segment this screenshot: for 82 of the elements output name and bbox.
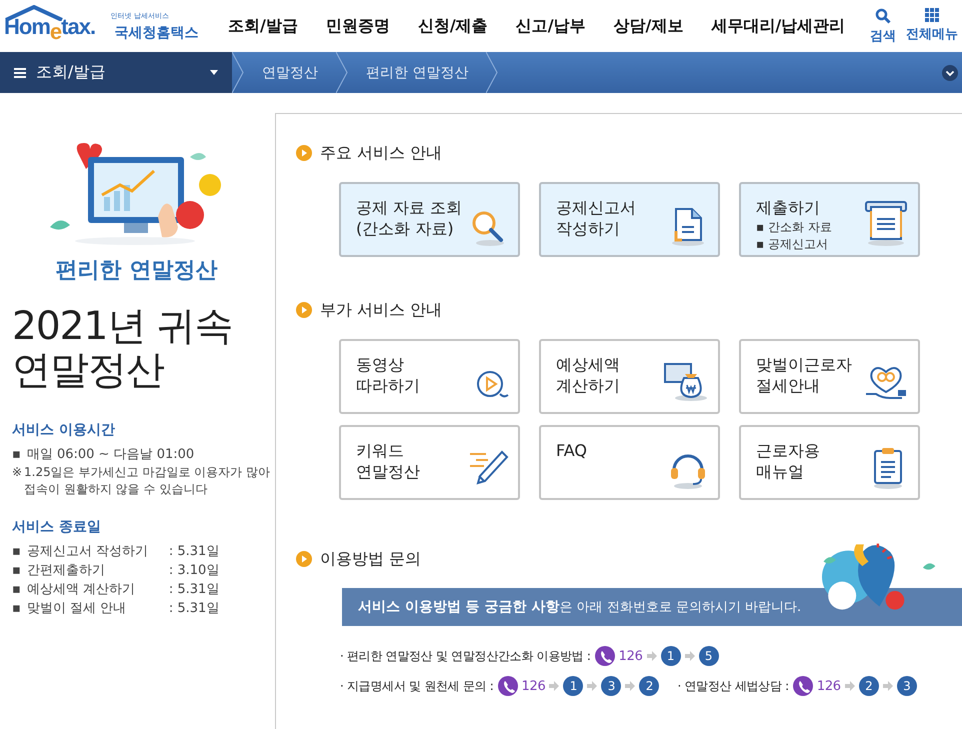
- menu-item[interactable]: 세무대리/납세관리: [697, 16, 860, 36]
- service-name: 맞벌이 절세 안내: [26, 600, 128, 618]
- service-card[interactable]: 예상세액 계산하기: [539, 339, 720, 414]
- phone-icon: [498, 676, 518, 696]
- search-icon[interactable]: [875, 8, 891, 24]
- service-card[interactable]: 키워드 연말정산: [339, 425, 520, 500]
- menu-item[interactable]: 신청/제출: [404, 16, 502, 36]
- service-card[interactable]: 공제신고서 작성하기: [539, 182, 720, 257]
- step-number: 1: [660, 646, 681, 666]
- dropdown-caret-icon: [210, 70, 218, 75]
- menu-item[interactable]: 상담/제보: [600, 16, 698, 36]
- section-title: 주요 서비스 안내: [320, 144, 442, 162]
- end-date: : 3.10일: [168, 562, 220, 580]
- arrow-icon: [549, 681, 560, 691]
- step-number: 3: [896, 676, 917, 696]
- arrow-icon: [882, 681, 893, 691]
- service-hours: 매일 06:00 ~ 다음날 01:00: [26, 446, 194, 464]
- arrow-icon: [844, 681, 855, 691]
- service-card[interactable]: 맞벌이근로자 절세안내: [739, 339, 920, 414]
- house-roof-icon: [4, 4, 64, 20]
- bullet: ▪: [12, 446, 21, 464]
- end-date: : 5.31일: [168, 581, 220, 599]
- logo-name[interactable]: 국세청홈택스: [114, 24, 214, 42]
- service-card[interactable]: 근로자용 매뉴얼: [739, 425, 920, 500]
- service-name: 공제신고서 작성하기: [26, 543, 149, 561]
- end-date: : 5.31일: [168, 543, 220, 561]
- note-mark: ※: [12, 464, 24, 481]
- phone-icon: [594, 646, 615, 666]
- breadcrumb-separator-icon: [336, 52, 348, 93]
- section-bullet-icon: [296, 302, 312, 318]
- menu-item[interactable]: 조회/발급: [214, 16, 312, 36]
- arrow-icon: [646, 651, 657, 661]
- bullet: ▪: [12, 562, 21, 580]
- all-menu-button[interactable]: 전체메뉴: [906, 8, 958, 44]
- service-name: 간편제출하기: [26, 562, 106, 580]
- step-number: 5: [698, 646, 719, 666]
- service-card[interactable]: FAQ: [539, 425, 720, 500]
- notice-text: 서비스 이용방법 등 궁금한 사항은 아래 전화번호로 문의하시기 바랍니다.: [358, 598, 802, 616]
- phone-icon: [792, 676, 813, 696]
- contact-label: · 연말정산 세법상담 :: [677, 678, 789, 694]
- breadcrumb-link[interactable]: 연말정산: [244, 52, 336, 93]
- money-bag-icon: [662, 360, 710, 404]
- menu-grid-icon[interactable]: [925, 8, 939, 22]
- step-number: 2: [639, 676, 660, 696]
- service-card[interactable]: 공제 자료 조회 (간소화 자료): [339, 182, 520, 257]
- step-number: 3: [601, 676, 622, 696]
- section-heading: 서비스 이용시간: [12, 421, 116, 439]
- menu-item[interactable]: 신고/납부: [502, 16, 600, 36]
- note-text: 1.25일은 부가세신고 마감일로 이용자가 많아 접속이 원활하지 않을 수 있습니다: [24, 464, 271, 498]
- phone-number: 126: [816, 678, 841, 694]
- page-title: 연말정산: [12, 349, 165, 393]
- service-card[interactable]: 제출하기 ▪ 간소화 자료 ▪ 공제신고서: [739, 182, 920, 257]
- bullet: ▪: [12, 581, 21, 599]
- arrow-icon: [684, 651, 695, 661]
- phone-number: 126: [618, 648, 643, 664]
- service-name: 예상세액 계산하기: [26, 581, 136, 599]
- breadcrumb-separator-icon: [486, 52, 498, 93]
- arrow-icon: [587, 681, 598, 691]
- phone-number: 126: [522, 678, 546, 694]
- menu-icon: [14, 68, 26, 78]
- section-bullet-icon: [296, 145, 312, 161]
- menu-item[interactable]: 민원증명: [312, 16, 404, 36]
- contact-label: · 지급명세서 및 원천세 문의 :: [340, 678, 494, 694]
- bullet: ▪: [12, 543, 21, 561]
- search-button[interactable]: 검색: [870, 8, 896, 44]
- arrow-icon: [625, 681, 636, 691]
- subtitle: 편리한 연말정산: [54, 257, 218, 285]
- expand-toggle-icon[interactable]: [942, 64, 958, 80]
- breadcrumb-link[interactable]: 편리한 연말정산: [348, 52, 486, 93]
- bullet: ▪: [12, 600, 21, 618]
- page-title: 2021년 귀속: [12, 305, 234, 349]
- step-number: 1: [563, 676, 584, 696]
- breadcrumb-separator-icon: [232, 52, 244, 93]
- end-date: : 5.31일: [168, 600, 220, 618]
- service-card[interactable]: 동영상 따라하기: [339, 339, 520, 414]
- section-menu-button[interactable]: 조회/발급: [0, 52, 232, 93]
- section-title: 부가 서비스 안내: [320, 301, 442, 319]
- contact-label: · 편리한 연말정산 및 연말정산간소화 이용방법 :: [340, 648, 591, 664]
- section-heading: 서비스 종료일: [12, 518, 102, 536]
- section-bullet-icon: [296, 551, 312, 567]
- step-number: 2: [858, 676, 879, 696]
- section-title: 이용방법 문의: [320, 550, 422, 568]
